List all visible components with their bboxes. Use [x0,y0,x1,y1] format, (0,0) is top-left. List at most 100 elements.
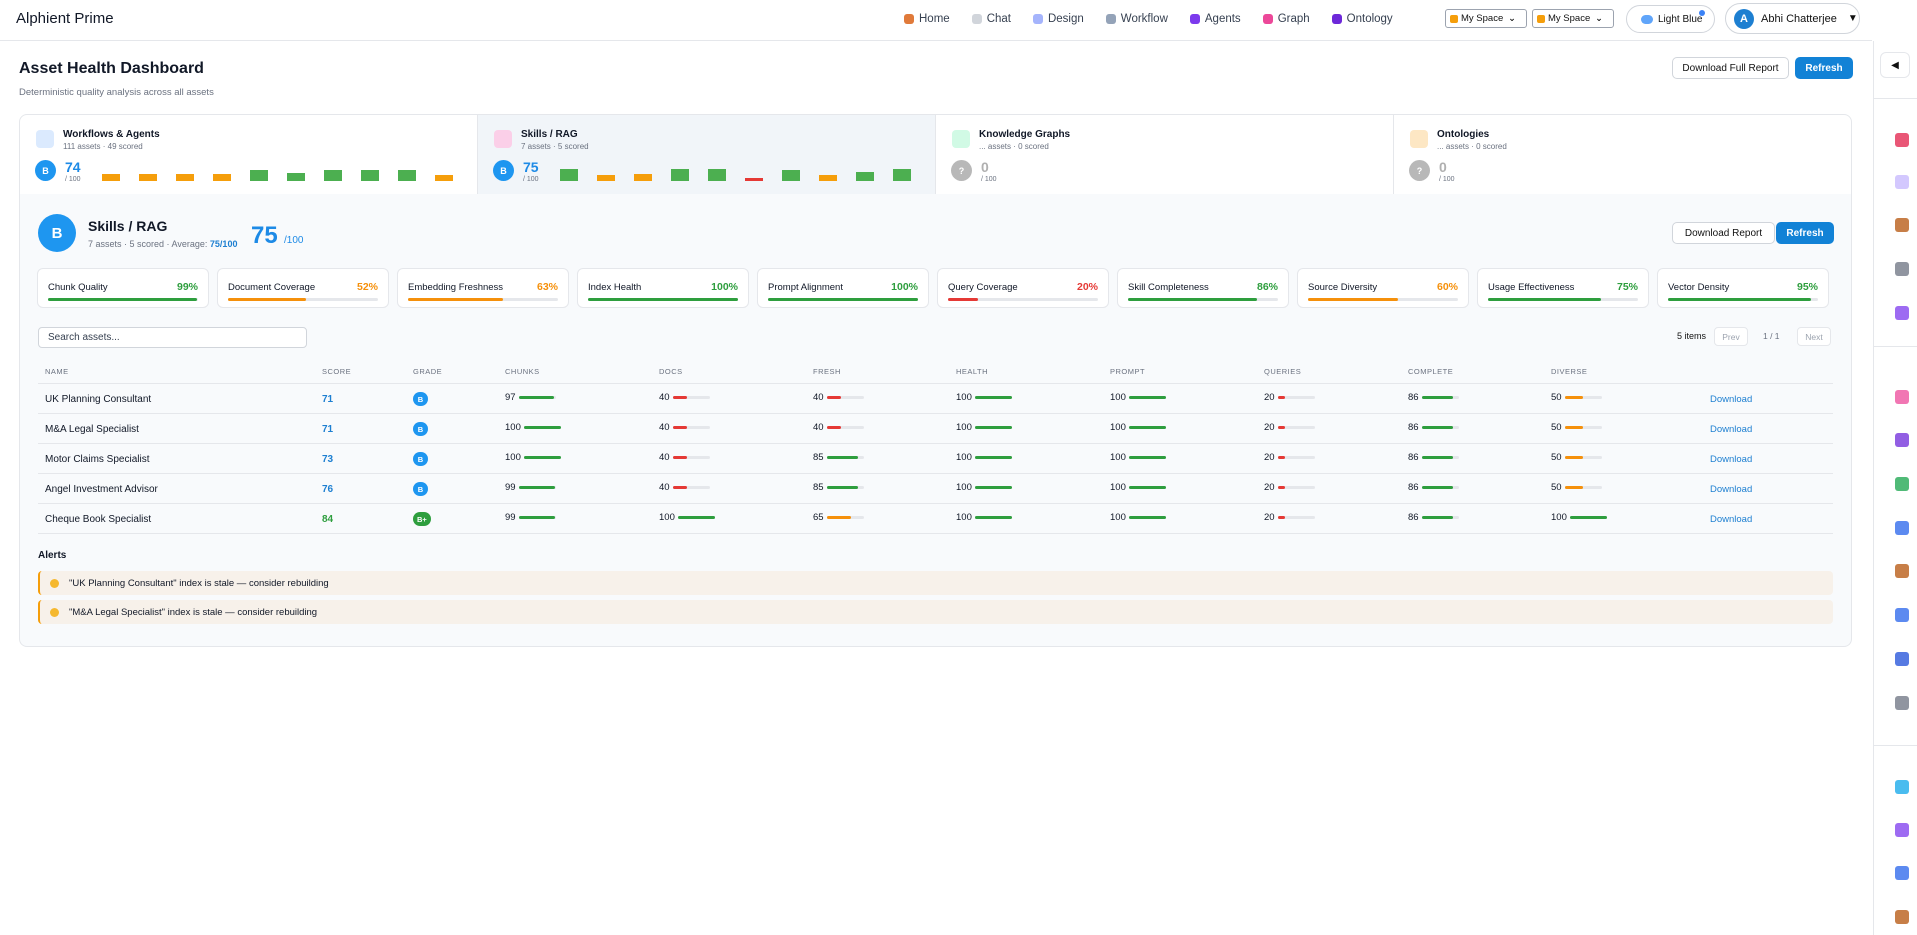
refresh-button[interactable]: Refresh [1795,57,1853,79]
metric-cell-track [523,456,561,459]
metric-cell-fill [1277,426,1285,429]
metric-cell-fill [523,456,561,459]
shield-icon[interactable] [1895,608,1909,622]
sparkline-bar [287,173,305,181]
table-row[interactable]: Motor Claims Specialist 73 B 100 40 85 100 100 2… [38,444,1833,474]
category-grade-badge: ? [1409,160,1430,181]
mask-icon[interactable] [1895,433,1909,447]
nav-item-design[interactable]: Design [1022,8,1095,30]
column-header-docs[interactable]: DOCS [659,367,683,376]
chevron-down-icon: ⌄ [1595,13,1603,23]
nav-item-chat[interactable]: Chat [961,8,1022,30]
nav-item-label: Design [1047,13,1084,25]
gear-icon[interactable] [1895,262,1909,276]
cloud-icon [1641,14,1653,24]
robot-icon[interactable] [1895,306,1909,320]
metric-label: Index Health [588,282,642,293]
book-icon[interactable] [1895,521,1909,535]
column-header-fresh[interactable]: FRESH [813,367,841,376]
category-score: 0 [1439,159,1447,175]
notes-icon[interactable] [1895,564,1909,578]
metric-cell: 97 [505,392,556,403]
section-score-denominator: /100 [284,235,304,246]
metric-cell: 86 [1408,422,1459,433]
nav-item-label: Ontology [1346,13,1393,25]
download-link[interactable]: Download [1710,424,1752,435]
target-icon[interactable] [1895,133,1909,147]
column-header-grade[interactable]: GRADE [413,367,442,376]
category-card-1[interactable]: Skills / RAG 7 assets · 5 scored B 75/ 100 [478,115,936,194]
briefcase-icon[interactable] [1895,652,1909,666]
section-meta-text: 7 assets · 5 scored · Average: [88,239,208,249]
chart-icon[interactable] [1895,866,1909,880]
download-link[interactable]: Download [1710,484,1752,495]
metric-progress-fill [48,298,197,301]
save-icon[interactable] [1895,823,1909,837]
clipboard-icon[interactable] [1895,218,1909,232]
nav-item-ontology[interactable]: Ontology [1321,8,1404,30]
scales-icon[interactable] [1895,910,1909,924]
category-icon [1410,130,1428,148]
metric-cell-track [1569,516,1607,519]
column-header-chunks[interactable]: CHUNKS [505,367,540,376]
metric-card-vector-density: Vector Density 95% [1657,268,1829,308]
column-header-diverse[interactable]: DIVERSE [1551,367,1587,376]
search-input[interactable] [38,327,307,348]
download-link[interactable]: Download [1710,514,1752,525]
metric-label: Vector Density [1668,282,1730,293]
asset-score: 84 [322,514,334,525]
table-row[interactable]: Cheque Book Specialist 84 B+ 99 100 65 100 100 2… [38,504,1833,534]
column-header-queries[interactable]: QUERIES [1264,367,1301,376]
metric-cell-track [826,456,864,459]
prev-page-button[interactable]: Prev [1714,327,1748,346]
column-header-health[interactable]: HEALTH [956,367,988,376]
nav-item-agents[interactable]: Agents [1179,8,1252,30]
lightbulb-icon [50,579,59,588]
document-icon[interactable] [1895,175,1909,189]
column-header-score[interactable]: SCORE [322,367,351,376]
books-icon[interactable] [1895,477,1909,491]
nav-item-label: Home [919,13,950,25]
table-row[interactable]: UK Planning Consultant 71 B 97 40 40 100 100 20 8… [38,384,1833,414]
metric-cell-track [1421,516,1459,519]
sparkline-bar [856,172,874,181]
metric-cell-track [1128,396,1166,399]
nav-item-graph[interactable]: Graph [1252,8,1321,30]
metric-cell-value: 100 [1551,512,1567,523]
download-report-button[interactable]: Download Report [1672,222,1775,244]
space-select-1[interactable]: My Space ⌄ [1445,9,1527,28]
column-header-name[interactable]: NAME [45,367,69,376]
download-full-report-button[interactable]: Download Full Report [1672,57,1789,79]
brand-logo[interactable]: Alphient Prime [16,10,114,27]
rail-collapse-button[interactable]: ◀ [1880,52,1910,78]
next-page-button[interactable]: Next [1797,327,1831,346]
sparkline-bar [213,174,231,181]
globe-icon[interactable] [1895,780,1909,794]
metric-progress-fill [408,298,503,301]
category-card-3[interactable]: Ontologies ... assets · 0 scored? 0/ 100 [1394,115,1851,194]
column-header-prompt[interactable]: PROMPT [1110,367,1145,376]
metric-cell-value: 86 [1408,452,1419,463]
table-row[interactable]: Angel Investment Advisor 76 B 99 40 85 100 100 2… [38,474,1833,504]
column-header-complete[interactable]: COMPLETE [1408,367,1453,376]
metric-cell-track [826,396,864,399]
theme-switcher[interactable]: Light Blue [1626,5,1715,33]
category-title: Workflows & Agents [63,129,160,140]
space-select-2[interactable]: My Space ⌄ [1532,9,1614,28]
tools-icon[interactable] [1895,696,1909,710]
asset-score: 71 [322,394,334,405]
metric-cell-fill [1421,486,1454,489]
brain-icon[interactable] [1895,390,1909,404]
category-card-2[interactable]: Knowledge Graphs ... assets · 0 scored? 0/… [936,115,1394,194]
metric-cell-fill [974,426,1012,429]
download-link[interactable]: Download [1710,454,1752,465]
user-menu[interactable]: A Abhi Chatterjee ▼ [1725,3,1860,34]
nav-item-workflow[interactable]: Workflow [1095,8,1179,30]
table-row[interactable]: M&A Legal Specialist 71 B 100 40 40 100 100 20 86… [38,414,1833,444]
metric-cell-fill [1421,456,1454,459]
sparkline-bar [597,175,615,181]
category-card-0[interactable]: Workflows & Agents 111 assets · 49 scored… [20,115,478,194]
download-link[interactable]: Download [1710,394,1752,405]
section-refresh-button[interactable]: Refresh [1776,222,1834,244]
nav-item-home[interactable]: Home [893,8,961,30]
